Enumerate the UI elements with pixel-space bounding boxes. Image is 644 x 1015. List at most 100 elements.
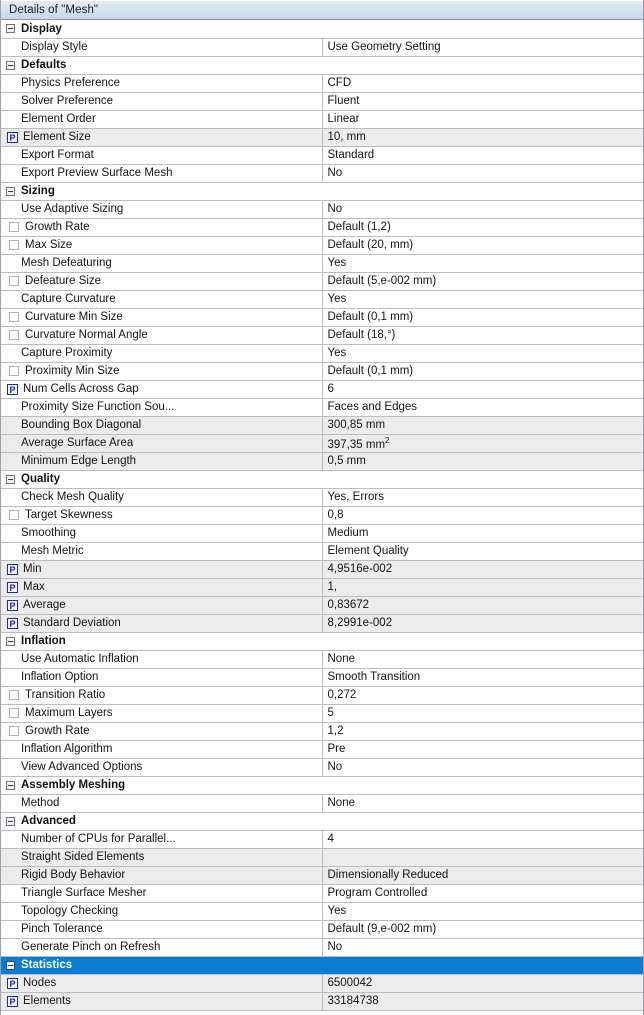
property-value-cell[interactable]: Element Quality xyxy=(322,542,643,561)
property-row[interactable]: Physics Preference CFD xyxy=(1,74,643,93)
property-value-cell[interactable]: 0,272 xyxy=(322,686,643,705)
collapse-icon[interactable] xyxy=(6,24,15,34)
property-row[interactable]: Minimum Edge Length 0,5 mm xyxy=(1,452,643,471)
section-header-display[interactable]: Display xyxy=(1,20,643,39)
property-value-cell[interactable]: Faces and Edges xyxy=(322,398,643,417)
property-value-cell[interactable]: 33184738 xyxy=(322,992,643,1011)
property-value-cell[interactable]: Yes xyxy=(322,290,643,309)
property-value-cell[interactable]: No xyxy=(322,200,643,219)
property-value-cell[interactable]: 10, mm xyxy=(322,128,643,147)
property-value-cell[interactable] xyxy=(322,848,643,867)
property-row[interactable]: Generate Pinch on Refresh No xyxy=(1,938,643,957)
property-value-cell[interactable]: Pre xyxy=(322,740,643,759)
property-row[interactable]: P Element Size 10, mm xyxy=(1,128,643,147)
property-row[interactable]: P Num Cells Across Gap 6 xyxy=(1,380,643,399)
parameter-checkbox[interactable] xyxy=(9,222,19,232)
section-header-statistics[interactable]: Statistics xyxy=(1,956,643,975)
parameter-icon[interactable]: P xyxy=(7,617,18,629)
property-value-cell[interactable]: 1,2 xyxy=(322,722,643,741)
property-row[interactable]: Use Adaptive Sizing No xyxy=(1,200,643,219)
property-row[interactable]: Export Format Standard xyxy=(1,146,643,165)
property-row[interactable]: Defeature Size Default (5,e-002 mm) xyxy=(1,272,643,291)
property-value-cell[interactable]: Fluent xyxy=(322,92,643,111)
collapse-icon[interactable] xyxy=(6,636,15,646)
property-row[interactable]: Number of CPUs for Parallel... 4 xyxy=(1,830,643,849)
parameter-icon[interactable]: P xyxy=(7,131,18,143)
property-row[interactable]: Proximity Size Function Sou... Faces and … xyxy=(1,398,643,417)
property-value-cell[interactable]: 5 xyxy=(322,704,643,723)
property-value-cell[interactable]: No xyxy=(322,164,643,183)
property-row[interactable]: Display Style Use Geometry Setting xyxy=(1,38,643,57)
property-row[interactable]: Solver Preference Fluent xyxy=(1,92,643,111)
parameter-checkbox[interactable] xyxy=(9,312,19,322)
parameter-checkbox[interactable] xyxy=(9,240,19,250)
collapse-icon[interactable] xyxy=(6,960,15,970)
property-value-cell[interactable]: 0,5 mm xyxy=(322,452,643,471)
property-row[interactable]: Check Mesh Quality Yes, Errors xyxy=(1,488,643,507)
property-row[interactable]: P Elements 33184738 xyxy=(1,992,643,1011)
property-value-cell[interactable]: Yes, Errors xyxy=(322,488,643,507)
parameter-checkbox[interactable] xyxy=(9,690,19,700)
property-value-cell[interactable]: Medium xyxy=(322,524,643,543)
property-value-cell[interactable]: No xyxy=(322,758,643,777)
property-value-cell[interactable]: Standard xyxy=(322,146,643,165)
property-row[interactable]: Pinch Tolerance Default (9,e-002 mm) xyxy=(1,920,643,939)
property-value-cell[interactable]: Default (5,e-002 mm) xyxy=(322,272,643,291)
property-row[interactable]: Max Size Default (20, mm) xyxy=(1,236,643,255)
parameter-icon[interactable]: P xyxy=(7,995,18,1007)
property-value-cell[interactable]: Default (9,e-002 mm) xyxy=(322,920,643,939)
property-value-cell[interactable]: 4,9516e-002 xyxy=(322,560,643,579)
collapse-icon[interactable] xyxy=(6,816,15,826)
section-header-advanced[interactable]: Advanced xyxy=(1,812,643,831)
property-row[interactable]: Inflation Algorithm Pre xyxy=(1,740,643,759)
property-value-cell[interactable]: Default (1,2) xyxy=(322,218,643,237)
property-value-cell[interactable]: None xyxy=(322,650,643,669)
property-row[interactable]: P Average 0,83672 xyxy=(1,596,643,615)
section-header-inflation[interactable]: Inflation xyxy=(1,632,643,651)
property-row[interactable]: Maximum Layers 5 xyxy=(1,704,643,723)
property-value-cell[interactable]: No xyxy=(322,938,643,957)
property-row[interactable]: Rigid Body Behavior Dimensionally Reduced xyxy=(1,866,643,885)
collapse-icon[interactable] xyxy=(6,186,15,196)
property-row[interactable]: Triangle Surface Mesher Program Controlle… xyxy=(1,884,643,903)
parameter-checkbox[interactable] xyxy=(9,510,19,520)
parameter-checkbox[interactable] xyxy=(9,276,19,286)
property-row[interactable]: Topology Checking Yes xyxy=(1,902,643,921)
parameter-icon[interactable]: P xyxy=(7,599,18,611)
parameter-icon[interactable]: P xyxy=(7,977,18,989)
property-row[interactable]: Bounding Box Diagonal 300,85 mm xyxy=(1,416,643,435)
property-value-cell[interactable]: Linear xyxy=(322,110,643,129)
property-value-cell[interactable]: 397,35 mm2 xyxy=(322,434,643,453)
property-row[interactable]: P Nodes 6500042 xyxy=(1,974,643,993)
property-row[interactable]: Growth Rate Default (1,2) xyxy=(1,218,643,237)
property-value-cell[interactable]: Yes xyxy=(322,254,643,273)
parameter-checkbox[interactable] xyxy=(9,366,19,376)
section-header-quality[interactable]: Quality xyxy=(1,470,643,489)
property-value-cell[interactable]: 0,83672 xyxy=(322,596,643,615)
property-row[interactable]: Mesh Defeaturing Yes xyxy=(1,254,643,273)
parameter-checkbox[interactable] xyxy=(9,708,19,718)
property-row[interactable]: Transition Ratio 0,272 xyxy=(1,686,643,705)
property-value-cell[interactable]: Dimensionally Reduced xyxy=(322,866,643,885)
property-value-cell[interactable]: Default (18,°) xyxy=(322,326,643,345)
property-value-cell[interactable]: 8,2991e-002 xyxy=(322,614,643,633)
property-value-cell[interactable]: 0,8 xyxy=(322,506,643,525)
parameter-checkbox[interactable] xyxy=(9,726,19,736)
property-row[interactable]: Use Automatic Inflation None xyxy=(1,650,643,669)
property-row[interactable]: Capture Curvature Yes xyxy=(1,290,643,309)
property-value-cell[interactable]: 1, xyxy=(322,578,643,597)
property-value-cell[interactable]: Program Controlled xyxy=(322,884,643,903)
property-value-cell[interactable]: Yes xyxy=(322,344,643,363)
property-row[interactable]: View Advanced Options No xyxy=(1,758,643,777)
property-value-cell[interactable]: None xyxy=(322,794,643,813)
property-row[interactable]: Average Surface Area 397,35 mm2 xyxy=(1,434,643,453)
property-row[interactable]: Straight Sided Elements xyxy=(1,848,643,867)
property-row[interactable]: P Standard Deviation 8,2991e-002 xyxy=(1,614,643,633)
collapse-icon[interactable] xyxy=(6,474,15,484)
property-row[interactable]: Growth Rate 1,2 xyxy=(1,722,643,741)
property-value-cell[interactable]: Smooth Transition xyxy=(322,668,643,687)
property-value-cell[interactable]: Default (0,1 mm) xyxy=(322,362,643,381)
section-header-assembly-meshing[interactable]: Assembly Meshing xyxy=(1,776,643,795)
parameter-icon[interactable]: P xyxy=(7,581,18,593)
property-row[interactable]: Export Preview Surface Mesh No xyxy=(1,164,643,183)
